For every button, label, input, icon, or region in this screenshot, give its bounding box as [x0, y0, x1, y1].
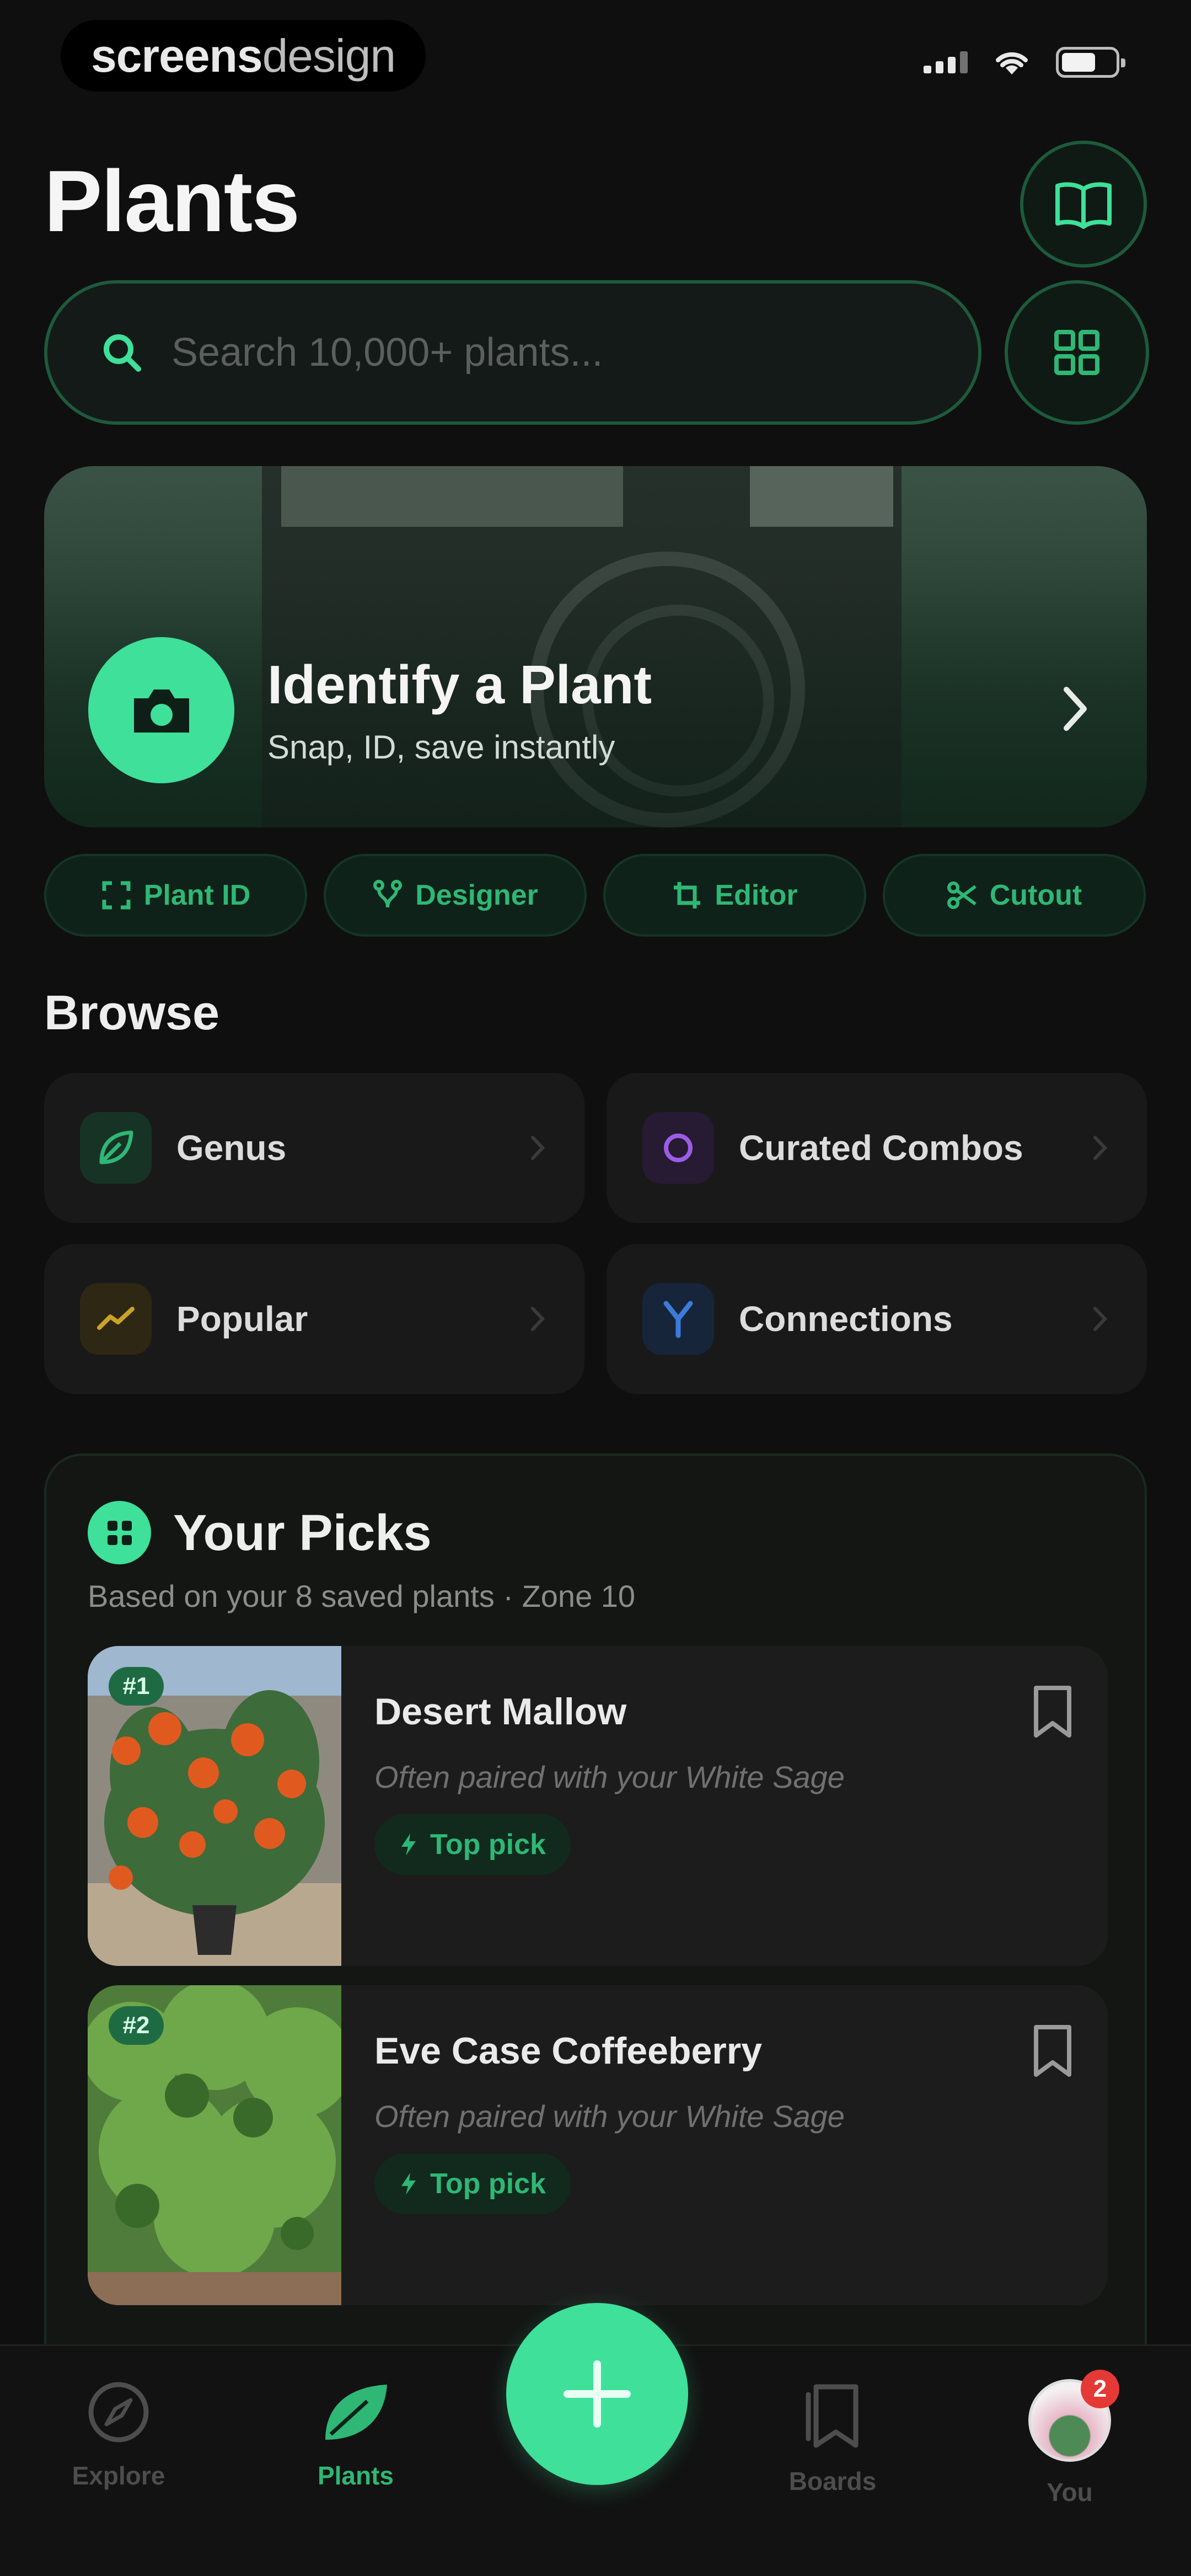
tab-explore[interactable]: Explore: [36, 2379, 201, 2491]
tab-label: Boards: [788, 2467, 877, 2495]
battery-icon: [1056, 47, 1125, 78]
boards-icon: [806, 2384, 859, 2448]
chevron-right-icon: [531, 1136, 545, 1160]
ring-icon: [642, 1112, 714, 1184]
chevron-right-icon: [1064, 687, 1087, 731]
chip-label: Designer: [415, 879, 538, 911]
plant-photo: #2: [88, 1985, 341, 2305]
scan-icon: [102, 881, 131, 910]
identify-plant-card[interactable]: Identify a Plant Snap, ID, save instantl…: [44, 466, 1147, 827]
tool-chips: Plant ID Designer Editor Cutout: [44, 854, 1147, 937]
tab-label: Explore: [72, 2461, 165, 2490]
tab-you[interactable]: 2 You: [987, 2370, 1152, 2507]
page-title: Plants: [44, 153, 300, 250]
camera-button[interactable]: [88, 637, 234, 783]
chevron-right-icon: [531, 1307, 545, 1331]
bolt-icon: [401, 1834, 416, 1856]
open-book-icon: [1055, 182, 1112, 229]
leaf-icon: [80, 1112, 152, 1184]
chip-cutout[interactable]: Cutout: [883, 854, 1146, 937]
browse-connections[interactable]: Connections: [607, 1244, 1147, 1394]
browse-label: Curated Combos: [739, 1128, 1023, 1168]
browse-curated-combos[interactable]: Curated Combos: [607, 1073, 1147, 1223]
chip-plant-id[interactable]: Plant ID: [44, 854, 307, 937]
brand-bold: screens: [91, 29, 263, 82]
pick-card[interactable]: #1 Desert Mallow Often paired with your …: [88, 1646, 1108, 1966]
your-picks-section: Your Picks Based on your 8 saved plants …: [44, 1453, 1147, 2402]
leaf-icon: [325, 2385, 387, 2440]
filter-button[interactable]: [1005, 280, 1149, 425]
browse-heading: Browse: [44, 985, 219, 1040]
brand-light: design: [262, 29, 396, 82]
tab-label: You: [1047, 2478, 1093, 2506]
guide-button[interactable]: [1020, 141, 1147, 268]
picks-title: Your Picks: [173, 1505, 432, 1561]
search-icon: [104, 334, 141, 372]
brand-watermark: screensdesign: [61, 20, 426, 92]
plant-name: Desert Mallow: [374, 1691, 627, 1733]
grid-filter-icon: [1054, 330, 1099, 375]
tab-boards[interactable]: Boards: [750, 2379, 915, 2496]
search-bar[interactable]: Search 10,000+ plants...: [44, 280, 981, 425]
hero-subtitle: Snap, ID, save instantly: [267, 729, 615, 766]
chip-label: Editor: [715, 879, 798, 911]
top-pick-tag: Top pick: [374, 1814, 571, 1875]
chip-editor[interactable]: Editor: [603, 854, 866, 937]
picks-badge-icon: [88, 1501, 151, 1564]
fork-icon: [642, 1283, 714, 1355]
tab-label: Plants: [317, 2461, 394, 2490]
compass-icon: [88, 2382, 149, 2443]
rank-badge: #2: [109, 2006, 164, 2045]
chip-label: Cutout: [989, 879, 1082, 911]
rank-badge: #1: [109, 1667, 164, 1706]
scissors-icon: [947, 881, 977, 909]
browse-label: Connections: [739, 1299, 953, 1339]
bookmark-icon[interactable]: [1031, 1685, 1075, 1740]
notification-badge: 2: [1081, 2370, 1119, 2408]
bolt-icon: [401, 2173, 416, 2195]
bookmark-icon[interactable]: [1031, 2024, 1075, 2079]
plant-photo: #1: [88, 1646, 341, 1966]
chevron-right-icon: [1093, 1307, 1108, 1331]
trend-icon: [80, 1283, 152, 1355]
avatar: 2: [1028, 2370, 1119, 2462]
pick-reason: Often paired with your White Sage: [374, 2099, 845, 2134]
branch-icon: [373, 880, 403, 908]
tag-label: Top pick: [430, 1829, 546, 1861]
crop-icon: [674, 882, 701, 908]
signal-icon: [924, 51, 968, 73]
search-input[interactable]: Search 10,000+ plants...: [171, 330, 603, 375]
browse-label: Genus: [176, 1128, 287, 1168]
top-pick-tag: Top pick: [374, 2153, 571, 2214]
chip-designer[interactable]: Designer: [324, 854, 587, 937]
status-icons: [924, 47, 1125, 78]
plus-icon: [564, 2360, 631, 2428]
pick-card[interactable]: #2 Eve Case Coffeeberry Often paired wit…: [88, 1985, 1108, 2305]
wifi-icon: [996, 52, 1028, 74]
camera-icon: [133, 689, 189, 733]
tag-label: Top pick: [430, 2168, 546, 2200]
picks-subtitle: Based on your 8 saved plants · Zone 10: [88, 1579, 636, 1613]
pick-reason: Often paired with your White Sage: [374, 1760, 845, 1794]
tab-plants[interactable]: Plants: [273, 2379, 438, 2491]
status-bar: screensdesign: [0, 0, 1191, 116]
browse-genus[interactable]: Genus: [44, 1073, 584, 1223]
browse-popular[interactable]: Popular: [44, 1244, 584, 1394]
add-button[interactable]: [506, 2303, 688, 2485]
plant-name: Eve Case Coffeeberry: [374, 2030, 763, 2072]
chip-label: Plant ID: [143, 879, 251, 911]
browse-label: Popular: [176, 1299, 308, 1339]
chevron-right-icon: [1093, 1136, 1108, 1160]
hero-title: Identify a Plant: [267, 654, 652, 715]
